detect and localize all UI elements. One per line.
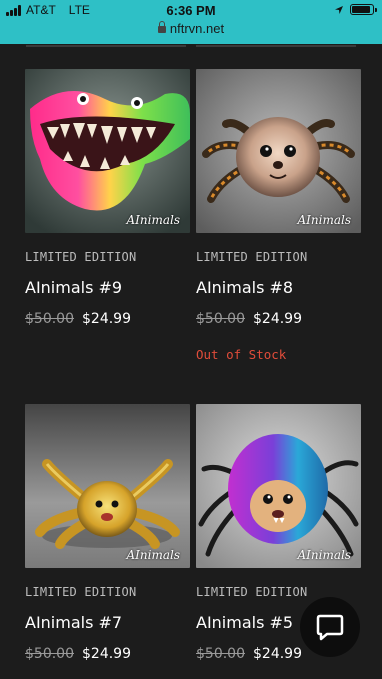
artist-signature: AInimals <box>297 548 351 562</box>
product-image[interactable]: AInimals <box>196 404 361 568</box>
sale-price: $24.99 <box>82 311 131 327</box>
product-image[interactable]: AInimals <box>25 69 190 233</box>
price-row: $50.00 $24.99 <box>25 311 190 327</box>
product-name[interactable]: AInimals #8 <box>196 278 361 297</box>
stock-status: Out of Stock <box>196 347 287 362</box>
price-row: $50.00 $24.99 <box>25 646 190 662</box>
chat-button[interactable] <box>300 597 360 657</box>
artist-signature: AInimals <box>126 548 180 562</box>
original-price: $50.00 <box>25 646 74 662</box>
lock-icon <box>157 21 166 33</box>
product-image[interactable]: AInimals <box>196 69 361 233</box>
original-price: $50.00 <box>196 646 245 662</box>
product-name[interactable]: AInimals #7 <box>25 613 190 632</box>
price-row: $50.00 $24.99 <box>196 311 361 327</box>
sale-price: $24.99 <box>82 646 131 662</box>
address-bar[interactable]: nftrvn.net <box>0 21 382 36</box>
location-arrow-icon <box>335 5 343 14</box>
original-price: $50.00 <box>25 311 74 327</box>
original-price: $50.00 <box>196 311 245 327</box>
clock: 6:36 PM <box>166 3 216 18</box>
previous-row-edge <box>0 44 382 48</box>
product-card[interactable]: AInimals LIMITED EDITION AInimals #7 $50… <box>25 404 190 662</box>
product-card[interactable]: AInimals LIMITED EDITION AInimals #9 $50… <box>25 69 190 327</box>
battery-icon <box>350 4 377 15</box>
product-name[interactable]: AInimals #9 <box>25 278 190 297</box>
artist-signature: AInimals <box>126 213 180 227</box>
product-card[interactable]: AInimals LIMITED EDITION AInimals #8 $50… <box>196 69 361 362</box>
chat-bubble-icon <box>316 614 344 641</box>
artist-signature: AInimals <box>297 213 351 227</box>
url-text: nftrvn.net <box>169 21 225 36</box>
edition-label: LIMITED EDITION <box>25 585 137 599</box>
status-bar: AT&T LTE 6:36 PM nftrvn.net <box>0 0 382 44</box>
sale-price: $24.99 <box>253 311 302 327</box>
edition-label: LIMITED EDITION <box>196 250 308 264</box>
edition-label: LIMITED EDITION <box>25 250 137 264</box>
sale-price: $24.99 <box>253 646 302 662</box>
product-image[interactable]: AInimals <box>25 404 190 568</box>
